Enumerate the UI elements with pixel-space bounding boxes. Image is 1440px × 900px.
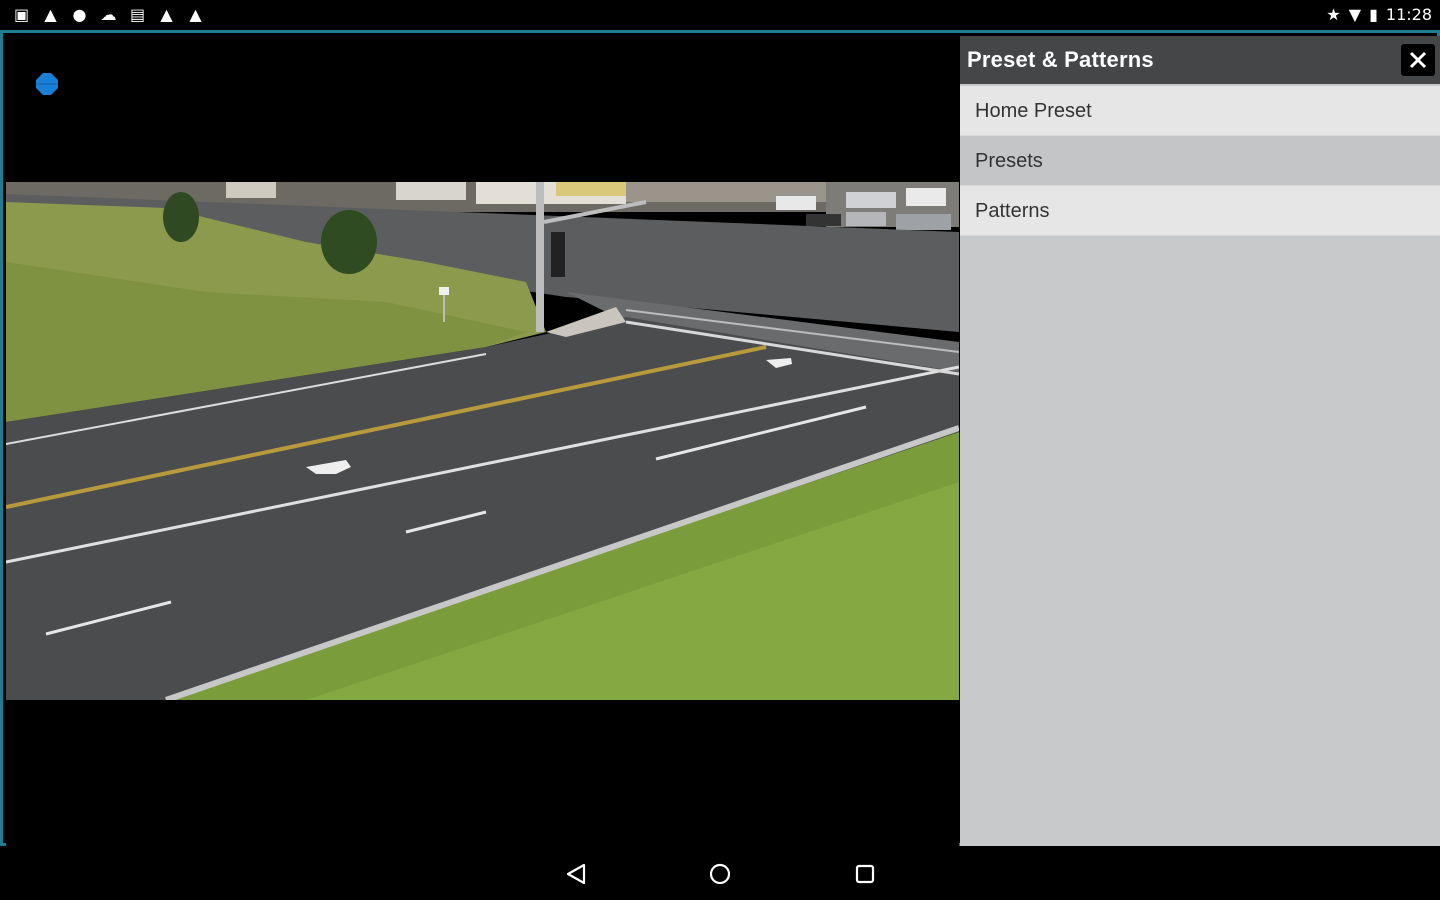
panel-title: Preset & Patterns xyxy=(967,47,1154,72)
battery-icon: ▮ xyxy=(1369,5,1378,24)
home-button[interactable] xyxy=(706,860,734,888)
sim-icon: ▣ xyxy=(13,5,30,24)
home-preset-item[interactable]: Home Preset xyxy=(960,86,1440,136)
clock: 11:28 xyxy=(1385,5,1432,24)
home-icon xyxy=(709,863,731,885)
back-icon xyxy=(566,863,586,885)
recents-icon xyxy=(855,864,875,884)
system-icons: ★ ▼ ▮ 11:28 xyxy=(1326,5,1432,25)
warning-icon: ▲ xyxy=(189,5,202,24)
gallery-icon: ▤ xyxy=(129,5,146,24)
camera-video-pane[interactable] xyxy=(6,36,959,846)
cloud-icon: ☁ xyxy=(100,5,117,24)
star-icon: ★ xyxy=(1326,5,1341,24)
close-button[interactable] xyxy=(1401,44,1435,76)
status-bar: ▣ ▲ ● ☁ ▤ ▲ ▲ ★ ▼ ▮ 11:28 xyxy=(0,0,1440,30)
back-button[interactable] xyxy=(562,860,590,888)
navigation-bar xyxy=(0,846,1440,900)
warning-icon: ▲ xyxy=(44,5,57,24)
warning-icon: ▲ xyxy=(160,5,173,24)
app-window: Preset & Patterns Home Preset Presets Pa… xyxy=(0,30,1440,846)
camera-feed-image[interactable] xyxy=(6,182,959,700)
preset-patterns-panel: Preset & Patterns Home Preset Presets Pa… xyxy=(960,36,1440,846)
wifi-icon: ▼ xyxy=(1348,5,1362,24)
presets-item[interactable]: Presets xyxy=(960,136,1440,186)
ptz-indicator-icon[interactable] xyxy=(35,72,59,96)
panel-list: Home Preset Presets Patterns xyxy=(960,86,1440,236)
location-icon: ● xyxy=(72,5,87,24)
notification-icons: ▣ ▲ ● ☁ ▤ ▲ ▲ xyxy=(12,5,205,24)
recents-button[interactable] xyxy=(851,860,879,888)
panel-header: Preset & Patterns xyxy=(960,36,1440,84)
patterns-item[interactable]: Patterns xyxy=(960,186,1440,236)
close-icon xyxy=(1409,51,1427,69)
